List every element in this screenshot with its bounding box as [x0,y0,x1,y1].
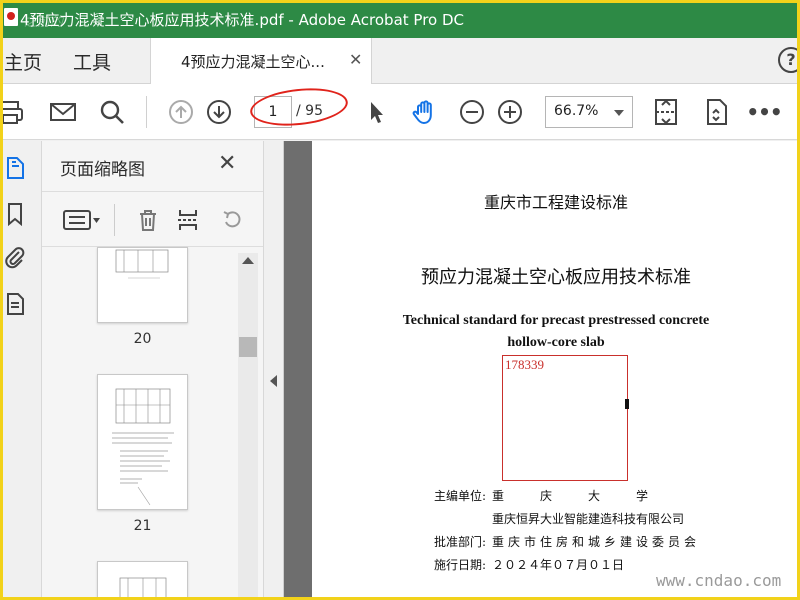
panel-scrollbar[interactable] [238,253,258,600]
document-icon[interactable] [0,289,30,319]
collapse-arrow-icon[interactable] [270,375,277,387]
previous-page-icon[interactable] [165,96,197,128]
bookmark-icon[interactable] [0,199,30,229]
org-line-value: 重 庆 大 学 [492,489,649,503]
tab-document-label: 4预应力混凝土空心... [181,53,325,71]
org-line-value: 重庆恒昇大业智能建造科技有限公司 [492,512,685,526]
title-bar: 4预应力混凝土空心板应用技术标准.pdf - Adobe Acrobat Pro… [0,0,800,38]
acrobat-logo-icon [4,8,18,26]
org-line-coeditor: 重庆恒昇大业智能建造科技有限公司 [434,510,684,527]
search-icon[interactable] [96,96,128,128]
tab-home[interactable]: 主页 [4,48,42,75]
rotate-page-icon[interactable] [216,204,248,236]
org-line-value: 重庆市住房和城乡建设委员会 [492,535,701,549]
toolbar-divider [146,96,147,128]
panel-close-icon[interactable]: ✕ [218,151,236,176]
email-icon[interactable] [47,96,79,128]
doc-english-title-line2: hollow-core slab [507,335,605,350]
fit-page-icon[interactable] [650,96,682,128]
zoom-in-icon[interactable] [494,96,526,128]
tab-document[interactable]: 4预应力混凝土空心... ✕ [150,38,372,84]
page-thumbnails-icon[interactable] [0,153,30,183]
org-line-key: 施行日期: [434,558,487,572]
thumbnail-page-21[interactable] [97,374,188,510]
org-line-key: 批准部门: [434,535,487,549]
print-icon[interactable] [0,96,26,128]
panel-collapse-strip[interactable] [264,141,284,600]
doc-chinese-title: 预应力混凝土空心板应用技术标准 [421,267,691,288]
scroll-up-icon[interactable] [242,257,254,264]
tab-bar: 主页 工具 4预应力混凝土空心... ✕ ? [0,38,800,84]
zoom-level-value: 66.7% [554,103,599,119]
tab-tools[interactable]: 工具 [73,48,111,75]
title-watermark: 之前的 [24,15,64,30]
page-view-icon[interactable] [700,96,732,128]
help-icon[interactable]: ? [778,47,800,73]
pdf-page: 重庆市工程建设标准 预应力混凝土空心板应用技术标准 Technical stan… [312,141,800,600]
thumbnail-page-22[interactable] [97,561,188,600]
panel-title: 页面缩略图 [60,160,145,180]
stamp-code: 178339 [505,357,544,372]
hand-tool-icon[interactable] [409,96,441,128]
select-cursor-icon[interactable] [360,96,392,128]
doc-issuer-title: 重庆市工程建设标准 [483,193,628,212]
text-fragment [625,399,629,409]
attachment-icon[interactable] [0,243,30,273]
org-line-value: ２０２４年０７月０１日 [492,558,625,572]
org-line-editor: 主编单位: 重 庆 大 学 [434,487,648,504]
next-page-icon[interactable] [203,96,235,128]
tab-close-icon[interactable]: ✕ [349,50,362,69]
panel-divider [114,204,115,236]
chevron-down-icon [614,110,624,116]
thumbnail-number: 21 [133,518,152,534]
toolbar: 1 / 95 66.7% ••• [0,84,800,140]
delete-page-icon[interactable] [132,204,164,236]
thumbnail-page-20[interactable] [97,247,188,323]
zoom-out-icon[interactable] [456,96,488,128]
doc-english-title-line1: Technical standard for precast prestress… [402,313,710,328]
scrollbar-thumb[interactable] [239,337,257,357]
window-title: 4预应力混凝土空心板应用技术标准.pdf - Adobe Acrobat Pro… [20,11,465,29]
insert-page-icon[interactable] [172,204,204,236]
stamp-box: 178339 [502,355,628,481]
org-line-effective-date: 施行日期: ２０２４年０７月０１日 [434,556,624,573]
site-watermark: www.cndao.com [656,571,782,590]
more-options-icon[interactable]: ••• [746,96,782,128]
thumbnail-number: 20 [133,331,152,347]
thumbnail-options-icon[interactable] [62,204,102,236]
zoom-level-select[interactable]: 66.7% [545,96,633,128]
org-line-approver: 批准部门: 重庆市住房和城乡建设委员会 [434,533,700,550]
thumbnails-panel: 页面缩略图 ✕ 20 21 [42,141,264,600]
panel-toolbar [42,191,263,247]
org-line-key: 主编单位: [434,489,487,503]
document-view[interactable]: 重庆市工程建设标准 预应力混凝土空心板应用技术标准 Technical stan… [284,141,800,600]
left-navigation-rail [0,141,42,600]
